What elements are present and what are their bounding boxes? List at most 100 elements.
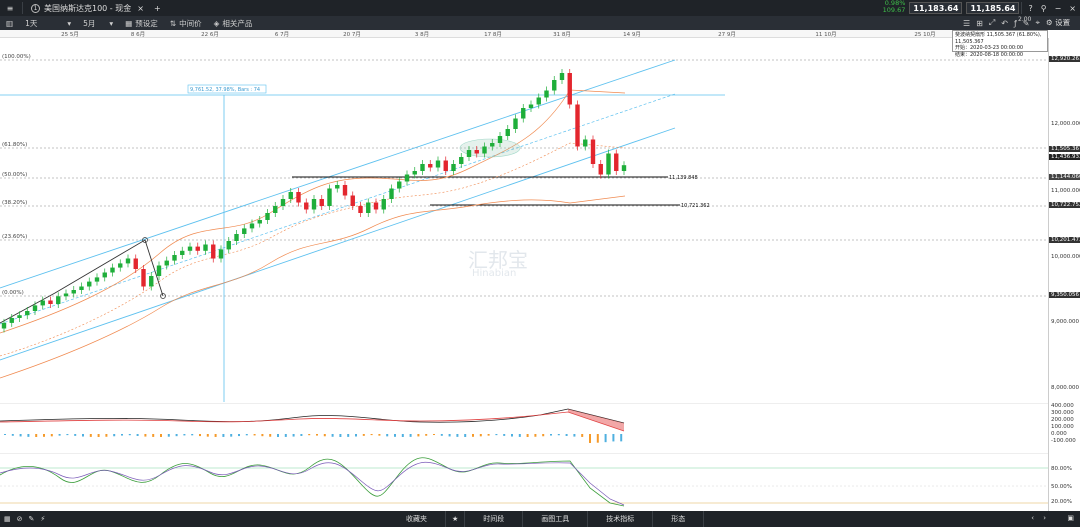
close-window-button[interactable]: × [1065,0,1080,16]
expand-button[interactable]: › [1043,514,1046,522]
user-button[interactable]: ⚲ [1037,0,1051,16]
candle-body [71,290,76,294]
no-entry-icon[interactable]: ⊘ [17,515,23,523]
related-products-button[interactable]: ◈ 相关产品 [208,16,259,30]
macd-histogram-bar [370,434,373,436]
candle-body [110,267,115,273]
candle-body [40,300,45,306]
fib-level-label: (50.00%) [2,172,27,178]
stoch-tick-label: 50.00% [1051,484,1072,490]
macd-histogram-bar [386,434,389,437]
macd-histogram-bar [355,434,357,437]
macd-histogram-bar [27,434,30,437]
layout-icon[interactable]: ⊞ [976,19,983,28]
plus-icon: + [153,3,161,13]
candle-body [249,223,255,229]
macd-histogram-bar [50,434,53,437]
date-tick-label: 25 5月 [61,32,79,38]
menu-button[interactable]: ≡ [0,0,20,16]
bollinger-lower [0,195,626,379]
instrument-tab[interactable]: 1 美国纳斯达克100 - 现金 × [25,1,150,15]
tab-indicators[interactable]: 技术指标 [588,511,654,527]
macd-histogram-bar [526,434,529,437]
candle-body [265,213,270,220]
chart-type-button[interactable]: ▥ [0,16,19,30]
minimize-button[interactable]: − [1051,0,1066,16]
price-level-box: 9,350.056 [1049,292,1080,298]
related-icon: ◈ [213,18,220,28]
undo-icon[interactable]: ↶ [1001,19,1008,28]
candle-body [296,192,301,203]
add-tab-button[interactable]: + [150,0,165,16]
tab-drawing-tools[interactable]: 画图工具 [523,511,589,527]
candle-body [428,164,433,168]
macd-histogram-bar [347,434,350,437]
macd-histogram-bar [230,434,233,437]
collapse-button[interactable]: ‹ [1031,514,1034,522]
star-button[interactable]: ★ [446,511,466,527]
tab-period[interactable]: 时间段 [465,511,524,527]
macd-histogram-bar [394,434,396,437]
grid-icon[interactable]: ▦ [4,515,11,523]
candle-body [242,228,247,234]
fib-info-box: 斐波纳契扇形 11,505.367 (61.80%), 11,505.367 开… [952,30,1048,58]
macd-histogram-bar [35,434,38,437]
macd-histogram-bar [199,434,201,437]
snapshot-button[interactable]: ▣ [1067,514,1074,522]
channel-upper-line [0,59,676,289]
candle-body [466,150,472,157]
candle-body [575,104,580,147]
candle-body [218,249,224,259]
candle-body [311,199,317,210]
price-axis[interactable]: 12,000.000 11,000.000 10,000.000 9,000.000 8… [1048,38,1080,511]
list-icon[interactable]: ☰ [963,19,970,28]
macd-histogram-bar [19,434,22,437]
macd-histogram-bar [261,434,264,437]
stochastic-panel[interactable] [0,453,1048,511]
candle-body [559,73,565,80]
price-tick-label: 11,000.000 [1051,188,1080,194]
midprice-icon: ⇅ [169,18,177,28]
candle-body [536,97,541,105]
candle-body [490,143,495,147]
tab-patterns[interactable]: 形态 [653,511,705,527]
timeframe-select[interactable]: 1天 ▾ [19,16,77,30]
macd-histogram-bar [253,434,256,436]
price-chart[interactable]: (100.00%) (61.80%) (50.00%) (38.20%) (23.60%… [0,38,1048,402]
macd-histogram-bar [277,434,279,437]
preset-button[interactable]: ▦ 预设定 [119,16,164,30]
macd-histogram-bar [206,434,209,437]
macd-panel[interactable] [0,403,1048,451]
price-level-box: 11,436.933 [1049,154,1080,160]
bollinger-upper [0,89,626,334]
draw-icon[interactable]: ✎ [1023,19,1030,28]
instrument-name: 美国纳斯达克100 - 现金 [44,3,132,13]
price-level-box: 11,144.060 [1049,174,1080,180]
fullscreen-icon[interactable]: ⤢ [989,18,995,28]
macd-histogram-bar [222,434,225,437]
midprice-button[interactable]: ⇅ 中间价 [164,16,208,30]
candle-body [342,185,348,196]
fib-level-label: (38.20%) [2,200,27,206]
macd-tick-label: 100.000 [1051,424,1074,430]
candle-body [17,315,22,318]
trading-app: ≡ 1 美国纳斯达克100 - 现金 × + 0.98% 109.67 11,1… [0,0,1080,527]
macd-histogram-bar [550,434,552,436]
candle-body [87,281,92,287]
macd-histogram-bar [440,434,443,436]
tab-favorites[interactable]: 收藏夹 [388,511,446,527]
settings-button[interactable]: ⚙ 设置 [1046,17,1070,28]
indicator-icon[interactable]: ƒ [1014,19,1017,28]
magnet-icon[interactable]: ⚡ [40,515,45,523]
preset-icon: ▦ [125,18,133,28]
macd-histogram-bar [487,434,490,436]
macd-histogram-bar [604,434,607,443]
pencil-icon[interactable]: ✎ [29,515,35,523]
close-icon[interactable]: × [137,4,144,13]
macd-histogram-bar [144,434,147,437]
crosshair-icon[interactable]: ⌖ [1035,18,1040,28]
sell-price-button[interactable]: 11,183.64 [909,2,963,14]
macd-histogram-bar [128,434,131,436]
candle-body [32,305,38,311]
month-select[interactable]: 5月 ▾ [77,16,119,30]
